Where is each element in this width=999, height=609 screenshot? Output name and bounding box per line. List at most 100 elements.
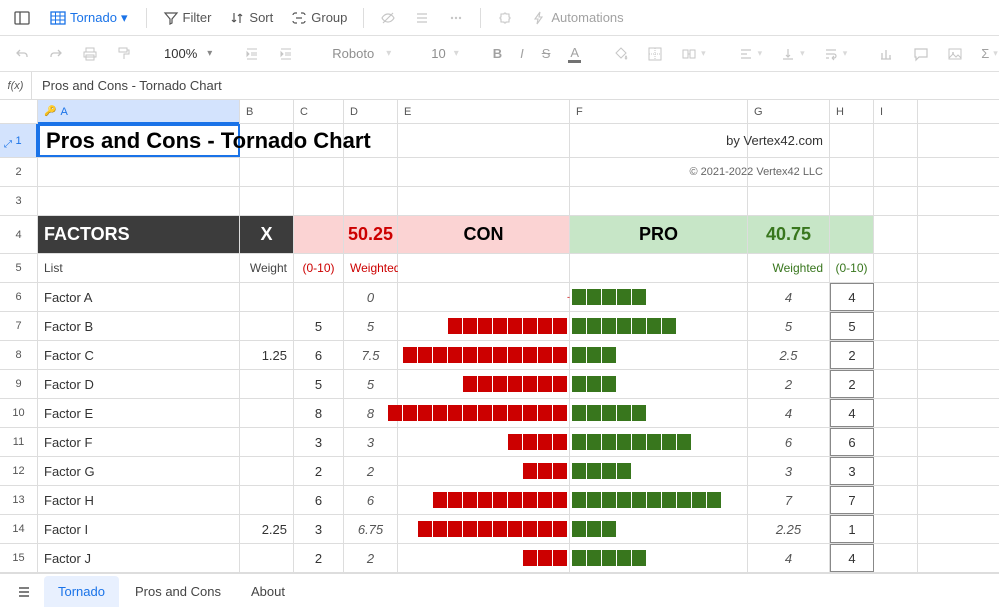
row-header[interactable]: 10: [0, 399, 38, 427]
cell-weight-x[interactable]: 2.25: [240, 515, 294, 543]
cell-factor-name[interactable]: Factor D: [38, 370, 240, 398]
automations-button[interactable]: Automations: [523, 4, 631, 32]
cell-weight-x[interactable]: 1.25: [240, 341, 294, 369]
col-header-B[interactable]: B: [240, 100, 294, 123]
sub-0-10-left[interactable]: (0-10): [294, 254, 344, 282]
group-button[interactable]: Group: [283, 4, 355, 32]
cell-con-weighted[interactable]: 2: [344, 457, 398, 485]
cell-con-raw[interactable]: 2: [294, 544, 344, 572]
row-header-4[interactable]: 4: [0, 216, 38, 253]
cell-pro-raw[interactable]: 4: [830, 544, 874, 572]
font-dropdown[interactable]: Roboto▾: [318, 42, 405, 65]
bold-button[interactable]: B: [485, 40, 510, 67]
cell-pro-bar[interactable]: [570, 283, 748, 311]
cell-I[interactable]: [874, 428, 918, 456]
font-size-dropdown[interactable]: 10▾: [421, 42, 469, 65]
cell-con-bar[interactable]: [398, 486, 570, 514]
cell-pro-weighted[interactable]: 4: [748, 399, 830, 427]
paint-format-button[interactable]: [108, 40, 140, 68]
valign-button[interactable]: ▾: [772, 40, 813, 68]
cell-con-raw[interactable]: 5: [294, 312, 344, 340]
cell-pro-weighted[interactable]: 2.5: [748, 341, 830, 369]
cell-pro-weighted[interactable]: 5: [748, 312, 830, 340]
header-pro[interactable]: PRO: [570, 216, 748, 253]
text-color-button[interactable]: A: [560, 39, 589, 69]
header-x[interactable]: X: [240, 216, 294, 253]
sub-weighted-left[interactable]: Weighted: [344, 254, 398, 282]
row-header[interactable]: 11: [0, 428, 38, 456]
indent-increase-button[interactable]: [270, 40, 302, 68]
sub-weighted-right[interactable]: Weighted: [748, 254, 830, 282]
col-header-G[interactable]: G: [748, 100, 830, 123]
cell-con-weighted[interactable]: 7.5: [344, 341, 398, 369]
cell-I[interactable]: [874, 283, 918, 311]
wrap-button[interactable]: ▾: [815, 40, 856, 68]
cell-factor-name[interactable]: Factor C: [38, 341, 240, 369]
view-tab-dropdown[interactable]: Tornado ▾: [40, 6, 138, 30]
cell-pro-bar[interactable]: [570, 370, 748, 398]
header-con-total[interactable]: 50.25: [344, 216, 398, 253]
cell-con-bar[interactable]: [398, 428, 570, 456]
cell-I[interactable]: [874, 486, 918, 514]
row-header[interactable]: 15: [0, 544, 38, 572]
cell-A1[interactable]: ⤢ Pros and Cons - Tornado Chart: [38, 124, 240, 157]
header-blank-C[interactable]: [294, 216, 344, 253]
cell-con-raw[interactable]: 5: [294, 370, 344, 398]
cell-con-raw[interactable]: 3: [294, 428, 344, 456]
fill-color-button[interactable]: [605, 40, 637, 68]
cell-factor-name[interactable]: Factor F: [38, 428, 240, 456]
sort-button[interactable]: Sort: [221, 4, 281, 32]
cell-con-raw[interactable]: 3: [294, 515, 344, 543]
cell-factor-name[interactable]: Factor J: [38, 544, 240, 572]
select-all-corner[interactable]: [0, 100, 38, 123]
cell-factor-name[interactable]: Factor G: [38, 457, 240, 485]
cell-I[interactable]: [874, 515, 918, 543]
header-con[interactable]: CON: [398, 216, 570, 253]
cell-con-weighted[interactable]: 5: [344, 312, 398, 340]
cell-pro-bar[interactable]: [570, 399, 748, 427]
col-header-C[interactable]: C: [294, 100, 344, 123]
col-header-A[interactable]: 🔑A: [38, 100, 240, 123]
header-blank-H[interactable]: [830, 216, 874, 253]
cell-pro-weighted[interactable]: 2.25: [748, 515, 830, 543]
indent-decrease-button[interactable]: [236, 40, 268, 68]
cell-con-weighted[interactable]: 2: [344, 544, 398, 572]
row-header-5[interactable]: 5: [0, 254, 38, 282]
cell-factor-name[interactable]: Factor B: [38, 312, 240, 340]
cell-pro-weighted[interactable]: 7: [748, 486, 830, 514]
sub-weight[interactable]: Weight: [240, 254, 294, 282]
halign-button[interactable]: ▾: [730, 40, 771, 68]
cell-I2[interactable]: [874, 158, 918, 186]
formula-input[interactable]: Pros and Cons - Tornado Chart: [32, 78, 999, 93]
cell-I[interactable]: [874, 399, 918, 427]
cell-C2[interactable]: [294, 158, 344, 186]
cell-con-weighted[interactable]: 5: [344, 370, 398, 398]
cell-weight-x[interactable]: [240, 312, 294, 340]
cell-E2[interactable]: [398, 158, 570, 186]
col-header-D[interactable]: D: [344, 100, 398, 123]
insert-image-button[interactable]: [939, 40, 971, 68]
cell-weight-x[interactable]: [240, 486, 294, 514]
cell-con-raw[interactable]: 6: [294, 341, 344, 369]
cell-pro-bar[interactable]: [570, 515, 748, 543]
cell-G1[interactable]: by Vertex42.com: [748, 124, 830, 157]
col-header-F[interactable]: F: [570, 100, 748, 123]
sidebar-toggle-button[interactable]: [6, 4, 38, 32]
italic-button[interactable]: I: [512, 40, 532, 67]
cell-con-raw[interactable]: 8: [294, 399, 344, 427]
row-header[interactable]: 9: [0, 370, 38, 398]
header-factors[interactable]: FACTORS: [38, 216, 240, 253]
row-header[interactable]: 6: [0, 283, 38, 311]
cell-F1[interactable]: [570, 124, 748, 157]
cell-pro-bar[interactable]: [570, 428, 748, 456]
row-header-3[interactable]: 3: [0, 187, 38, 215]
cell-weight-x[interactable]: [240, 428, 294, 456]
row-header[interactable]: 8: [0, 341, 38, 369]
cell-I[interactable]: [874, 312, 918, 340]
cell-pro-raw[interactable]: 6: [830, 428, 874, 456]
cell-pro-bar[interactable]: [570, 341, 748, 369]
cell-con-weighted[interactable]: 6.75: [344, 515, 398, 543]
all-sheets-button[interactable]: [6, 576, 42, 608]
sheet-tab-about[interactable]: About: [237, 576, 299, 607]
cell-con-bar[interactable]: [398, 399, 570, 427]
